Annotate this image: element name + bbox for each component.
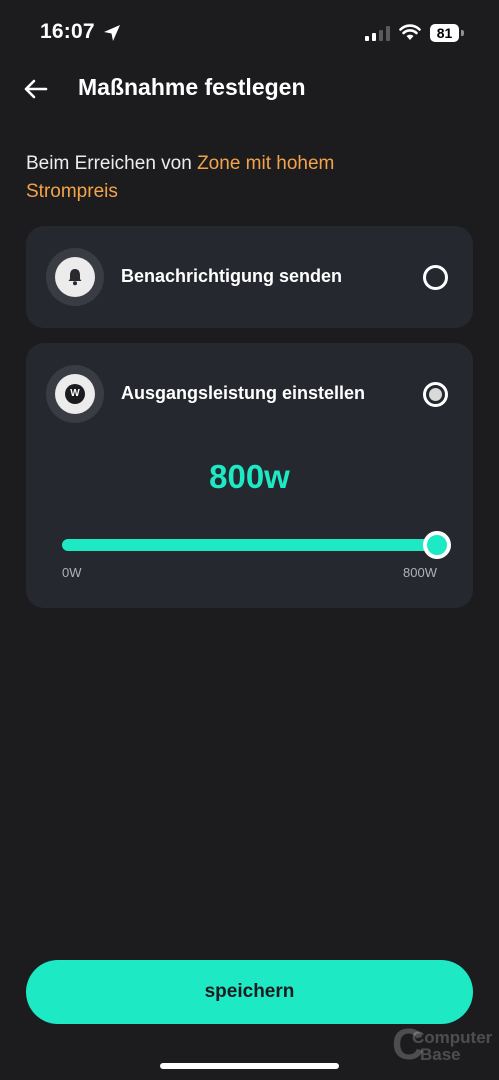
option-icon-background: W (55, 374, 95, 414)
location-arrow-icon (104, 25, 120, 41)
w-icon: W (65, 384, 85, 404)
battery-level: 81 (430, 24, 459, 42)
battery-indicator: 81 (430, 24, 464, 42)
option-label-output-power: Ausgangsleistung einstellen (121, 383, 366, 403)
page-title: Maßnahme festlegen (78, 74, 306, 100)
power-value: 800w (209, 458, 290, 495)
home-indicator[interactable] (160, 1063, 339, 1069)
option-card-output-power[interactable]: W Ausgangsleistung einstellen 800w 0W 80… (26, 343, 473, 608)
option-icon-container: W (46, 365, 104, 423)
power-slider-thumb[interactable] (423, 531, 451, 559)
option-icon-background (55, 257, 95, 297)
save-button[interactable]: speichern (26, 960, 473, 1024)
subtitle-prefix: Beim Erreichen von (26, 153, 198, 174)
radio-notification[interactable] (423, 265, 448, 290)
power-slider-track[interactable] (62, 539, 437, 551)
radio-output-power[interactable] (423, 382, 448, 407)
watermark-logo: C Computer Base (392, 1020, 492, 1069)
back-arrow-icon[interactable] (20, 74, 52, 104)
bell-icon (68, 269, 82, 286)
battery-tip (461, 30, 464, 36)
cellular-signal-icon (365, 26, 390, 41)
option-icon-container (46, 248, 104, 306)
option-card-notification[interactable]: Benachrichtigung senden (26, 226, 473, 328)
subtitle: Beim Erreichen von Zone mit hohem Stromp… (26, 150, 346, 206)
option-label-notification: Benachrichtigung senden (121, 266, 343, 286)
wifi-icon (399, 24, 421, 40)
status-time: 16:07 (40, 20, 95, 43)
watermark-line2: Base (420, 1045, 461, 1064)
slider-min-label: 0W (62, 565, 82, 580)
slider-max-label: 800W (403, 565, 437, 580)
